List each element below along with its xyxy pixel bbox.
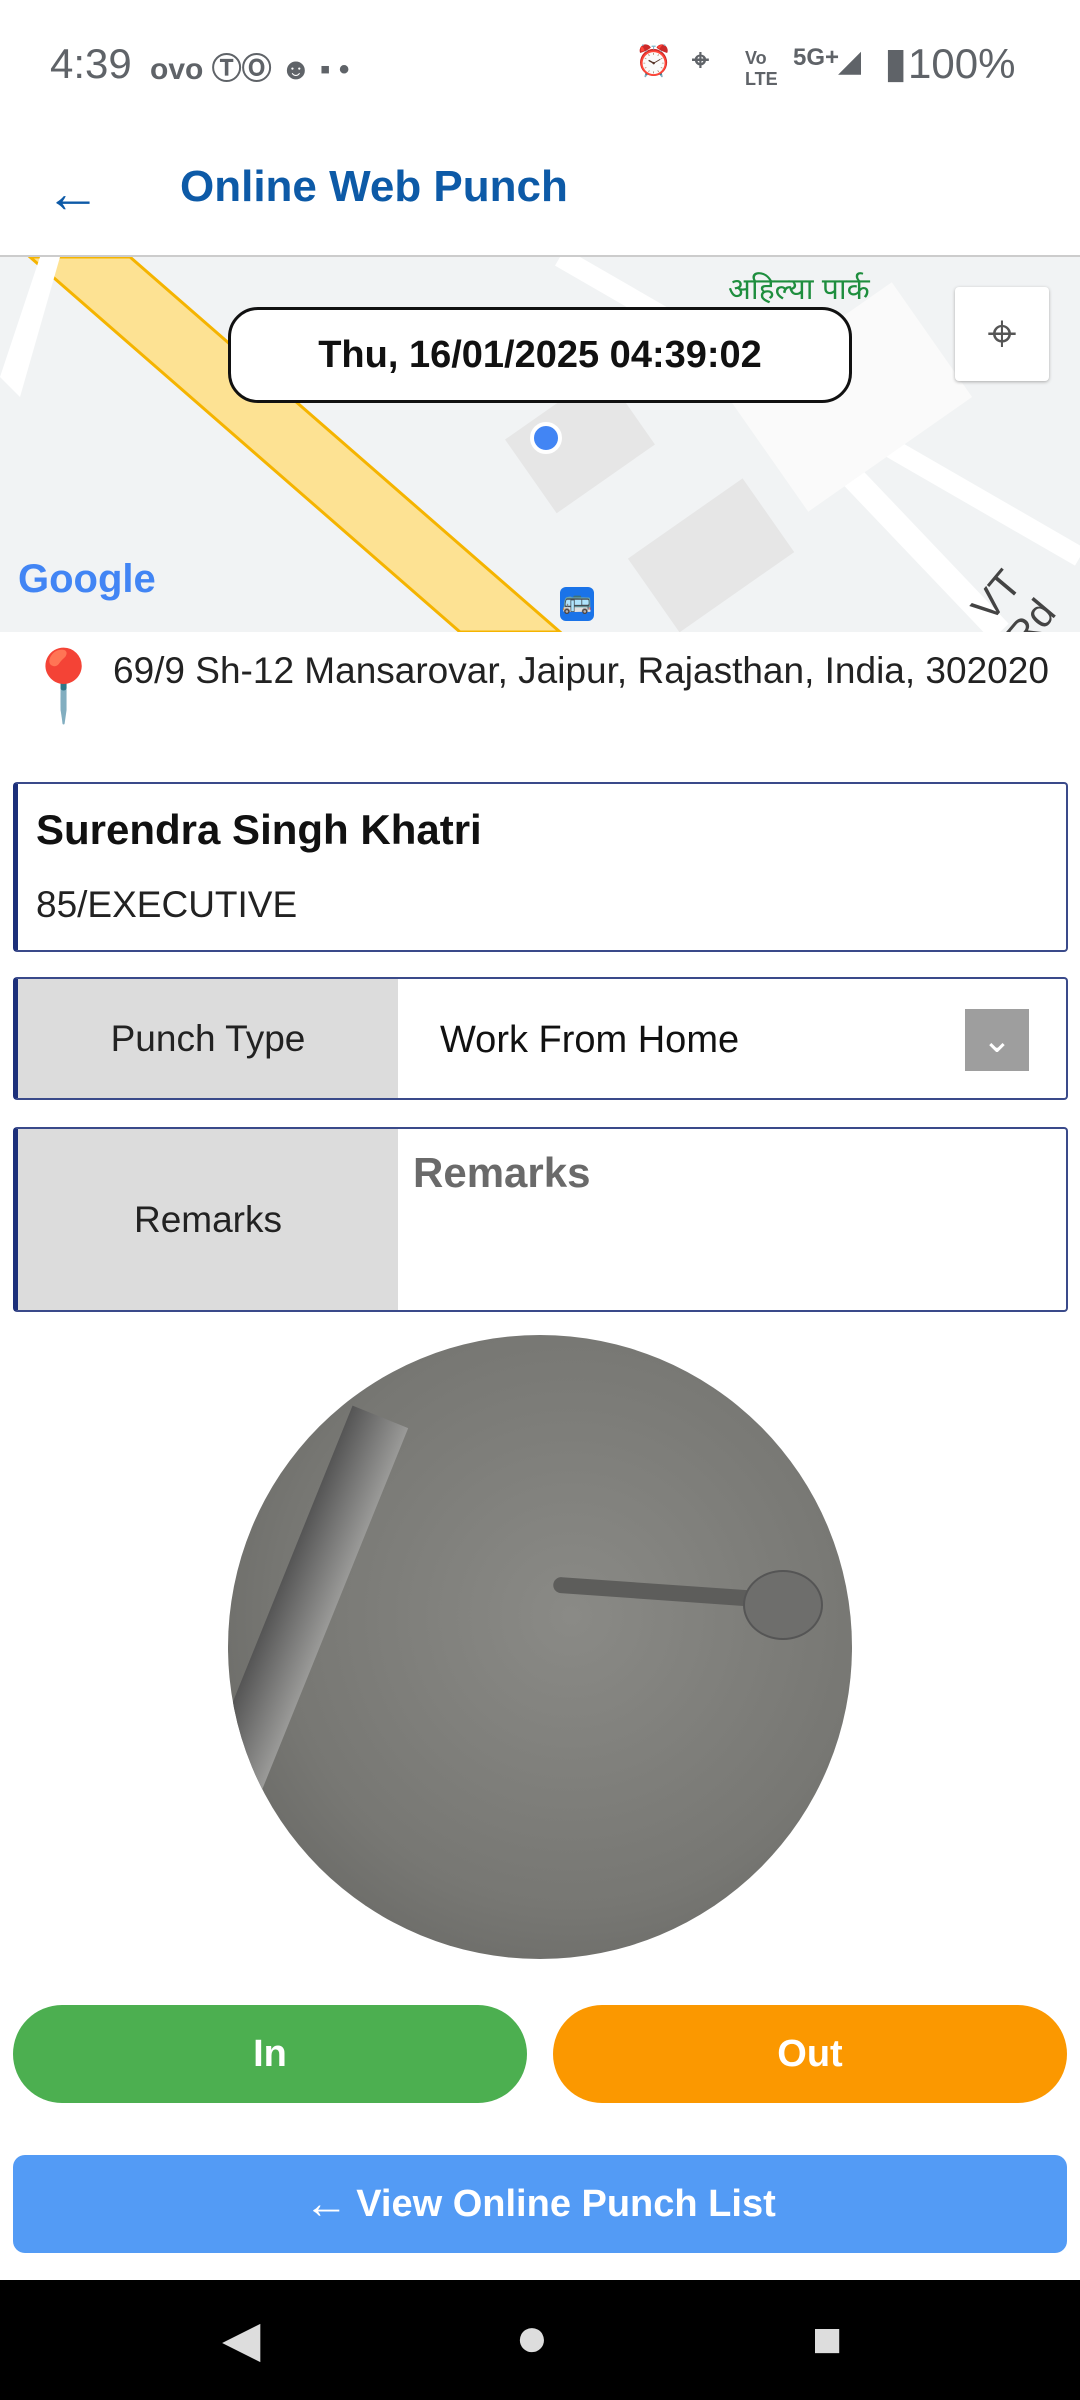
page-title: Online Web Punch (180, 162, 568, 211)
nav-recents-icon[interactable]: ■ (812, 2310, 842, 2368)
arrow-left-icon: ← (304, 2179, 349, 2228)
alarm-icon: ⏰ (635, 45, 673, 78)
remarks-label: Remarks (18, 1129, 398, 1310)
view-punch-list-label: View Online Punch List (356, 2182, 776, 2225)
system-nav-bar: ◀ ● ■ (0, 2280, 1080, 2400)
address-section: 📍 69/9 Sh-12 Mansarovar, Jaipur, Rajasth… (0, 640, 1080, 750)
map-pin-icon: 📍 (20, 647, 108, 725)
nav-back-icon[interactable]: ◀ (222, 2310, 260, 2368)
network-label: 5G+ (793, 44, 840, 71)
punch-out-button[interactable]: Out (553, 2005, 1067, 2103)
status-time: 4:39 (50, 40, 132, 87)
location-icon: ⌖ (692, 44, 709, 77)
google-logo: Google (18, 557, 156, 602)
app-header: ← Online Web Punch (0, 130, 1080, 257)
bus-stop-icon: 🚌 (560, 587, 594, 621)
camera-preview (228, 1335, 852, 1959)
map-place-label: अहिल्या पार्क (728, 273, 870, 306)
employee-code: 85/EXECUTIVE (36, 884, 298, 925)
my-location-button[interactable]: ⌖ (955, 287, 1049, 381)
punch-in-button[interactable]: In (13, 2005, 527, 2103)
status-bar: 4:39 ovo ⓉⓄ ☻ ▪ • ⏰ ⌖ Vo LTE 5G+ ◢ ▮ 100… (0, 0, 1080, 130)
battery-level: 100% (908, 40, 1016, 87)
view-punch-list-button[interactable]: ← View Online Punch List (13, 2155, 1067, 2253)
remarks-input[interactable] (413, 1149, 1053, 1197)
employee-name: Surendra Singh Khatri (36, 806, 482, 853)
notification-icons: ovo ⓉⓄ ☻ ▪ • (150, 53, 350, 86)
battery-icon: ▮ (884, 39, 908, 86)
employee-card: Surendra Singh Khatri 85/EXECUTIVE (13, 782, 1068, 952)
punch-type-select[interactable]: Work From Home (440, 1019, 739, 1062)
punch-type-label: Punch Type (18, 979, 398, 1098)
back-arrow-icon[interactable]: ← (45, 160, 101, 225)
datetime-display: Thu, 16/01/2025 04:39:02 (228, 307, 852, 403)
map-view[interactable]: अहिल्या पार्क VT Rd Thu, 16/01/2025 04:3… (0, 257, 1080, 632)
current-location-dot (530, 422, 562, 454)
signal-icon: ◢ (838, 45, 862, 78)
remarks-row: Remarks (13, 1127, 1068, 1312)
nav-home-icon[interactable]: ● (515, 2304, 549, 2369)
volte-icon: Vo LTE (745, 48, 778, 89)
chevron-down-icon[interactable]: ⌄ (965, 1009, 1029, 1071)
google-logo-text: Google (18, 557, 156, 601)
punch-type-row: Punch Type Work From Home ⌄ (13, 977, 1068, 1100)
address-text: 69/9 Sh-12 Mansarovar, Jaipur, Rajasthan… (113, 650, 1049, 691)
